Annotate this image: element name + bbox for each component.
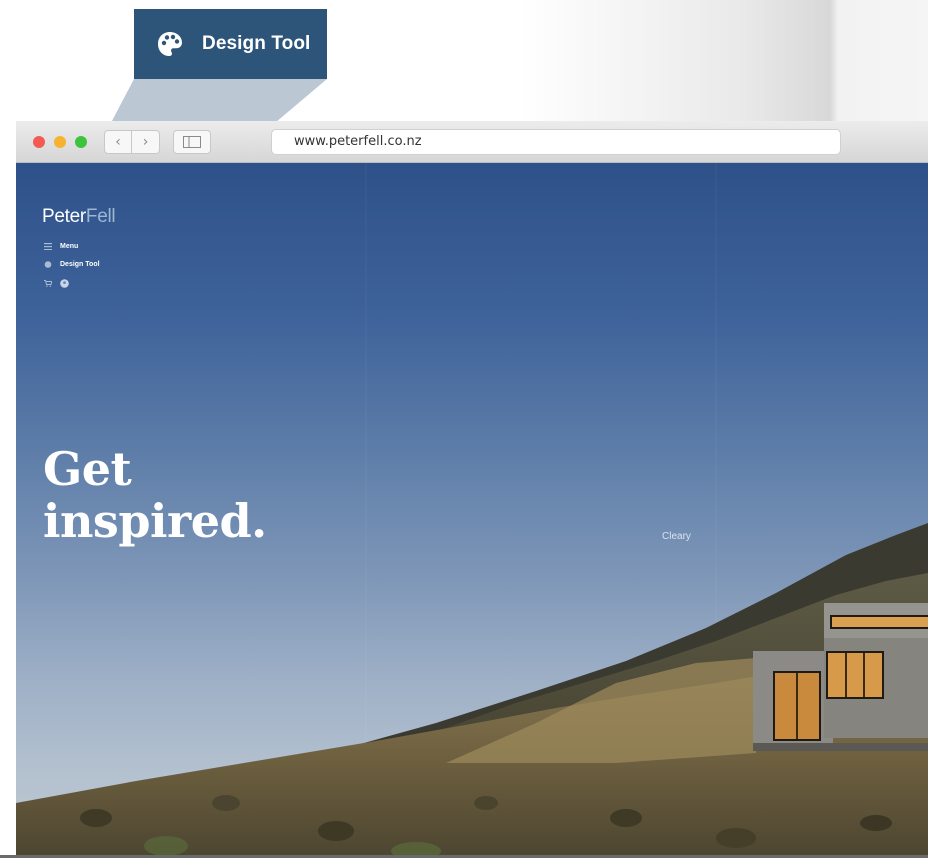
forward-button[interactable]: ›: [132, 130, 160, 154]
menu-label: Menu: [60, 243, 79, 250]
address-bar[interactable]: www.peterfell.co.nz: [271, 129, 841, 155]
site-design-tool-link[interactable]: Design Tool: [44, 261, 100, 268]
cart-icon[interactable]: [44, 280, 52, 287]
hero-line-2: inspired.: [43, 494, 267, 548]
hero-heading: Get inspired.: [43, 443, 267, 547]
close-window-button[interactable]: [33, 136, 45, 148]
account-icon[interactable]: [60, 279, 69, 288]
site-menu-link[interactable]: Menu: [44, 243, 78, 250]
photo-caption: Cleary: [662, 531, 691, 542]
chevron-right-icon: ›: [142, 134, 149, 150]
screenshot-stage: Design Tool ‹ › www.peterfell.co.nz Pete…: [0, 0, 928, 858]
logo-accent: Fell: [85, 206, 116, 227]
back-button[interactable]: ‹: [104, 130, 132, 154]
palette-icon: [158, 32, 182, 56]
design-tool-callout: Design Tool: [134, 9, 327, 79]
maximize-window-button[interactable]: [75, 136, 87, 148]
browser-window: ‹ › www.peterfell.co.nz PeterFell Menu D…: [16, 121, 928, 858]
site-logo[interactable]: PeterFell: [42, 206, 116, 228]
palette-icon: [44, 261, 52, 268]
logo-primary: Peter: [42, 206, 86, 227]
sidebar-toggle-button[interactable]: [173, 130, 211, 154]
browser-toolbar: ‹ › www.peterfell.co.nz: [16, 121, 928, 163]
menu-icon: [44, 243, 52, 250]
website-page: PeterFell Menu Design Tool Get inspired.…: [16, 163, 928, 858]
callout-label: Design Tool: [202, 33, 311, 54]
hero-line-1: Get: [43, 442, 132, 496]
minimize-window-button[interactable]: [54, 136, 66, 148]
site-utility-icons: [44, 279, 69, 288]
design-tool-label: Design Tool: [60, 261, 100, 268]
chevron-left-icon: ‹: [115, 134, 121, 150]
sidebar-icon: [183, 136, 201, 148]
